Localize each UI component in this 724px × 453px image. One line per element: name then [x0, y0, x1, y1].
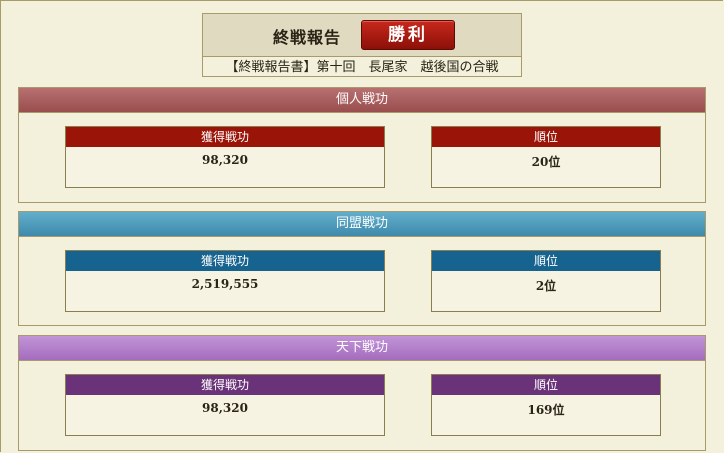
section-realm-merit: 天下戦功 獲得戦功 98,320 順位 169位: [18, 335, 706, 451]
merit-value: 98,320: [202, 401, 248, 415]
header-top: 終戦報告 勝利: [203, 14, 521, 57]
rank-card: 順位 169位: [431, 374, 661, 436]
section-title: 個人戦功: [19, 88, 705, 113]
section-alliance-merit: 同盟戦功 獲得戦功 2,519,555 順位 2位: [18, 211, 706, 326]
merit-label: 獲得戦功: [66, 375, 384, 395]
rank-value: 169位: [527, 403, 565, 417]
section-title: 同盟戦功: [19, 212, 705, 237]
report-header: 終戦報告 勝利 【終戦報告書】第十回 長尾家 越後国の合戦: [202, 13, 522, 77]
section-personal-merit: 個人戦功 獲得戦功 98,320 順位 20位: [18, 87, 706, 203]
page-title: 終戦報告: [273, 28, 342, 47]
rank-value: 2位: [535, 279, 557, 293]
rank-label: 順位: [432, 127, 660, 147]
rank-card: 順位 2位: [431, 250, 661, 312]
rank-value: 20位: [531, 155, 561, 169]
victory-badge: 勝利: [361, 20, 455, 50]
merit-card: 獲得戦功 98,320: [65, 374, 385, 436]
merit-value: 98,320: [202, 153, 248, 167]
merit-card: 獲得戦功 98,320: [65, 126, 385, 188]
rank-label: 順位: [432, 375, 660, 395]
rank-label: 順位: [432, 251, 660, 271]
merit-card: 獲得戦功 2,519,555: [65, 250, 385, 312]
merit-label: 獲得戦功: [66, 251, 384, 271]
merit-value: 2,519,555: [191, 277, 259, 291]
rank-card: 順位 20位: [431, 126, 661, 188]
section-title: 天下戦功: [19, 336, 705, 361]
merit-label: 獲得戦功: [66, 127, 384, 147]
report-subtitle: 【終戦報告書】第十回 長尾家 越後国の合戦: [225, 60, 499, 75]
